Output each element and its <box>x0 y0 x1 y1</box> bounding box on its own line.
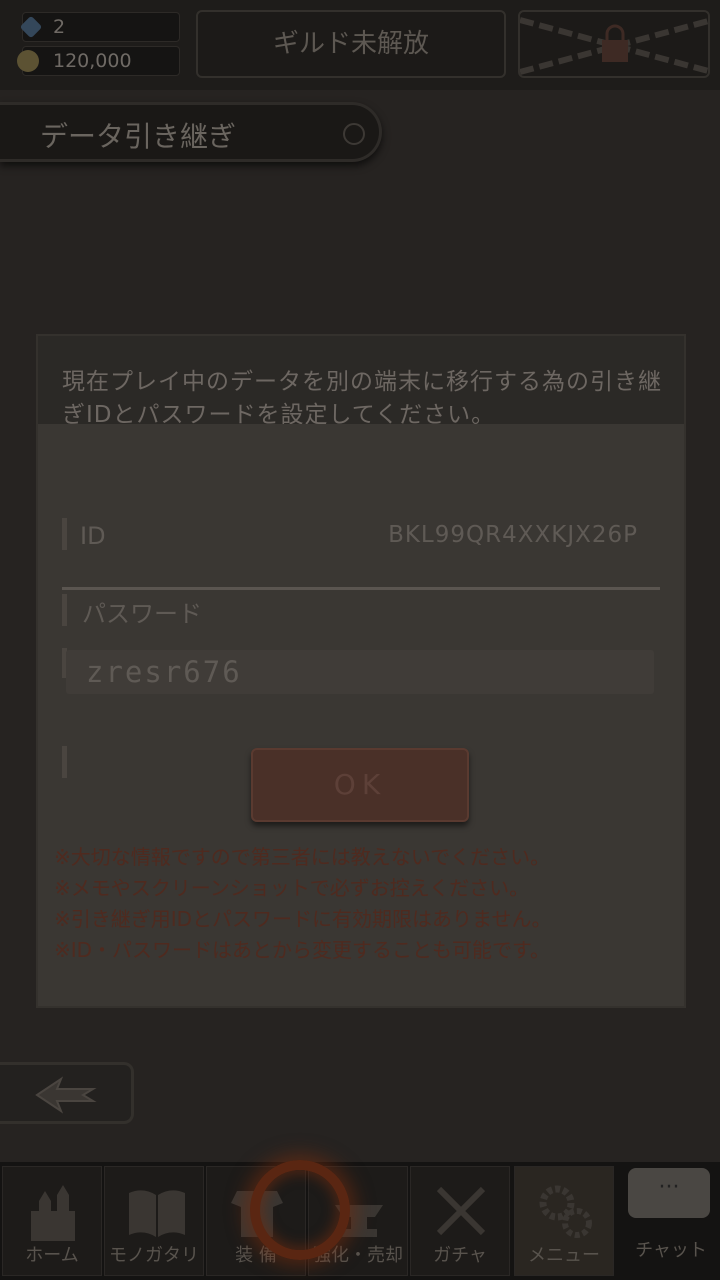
field-bar <box>62 746 67 778</box>
id-value: BKL99QR4XXKJX26P <box>388 522 638 548</box>
notes-list: ※大切な情報ですので第三者には教えないでください。 ※メモやスクリーンショットで… <box>54 842 674 966</box>
password-label-bar <box>62 594 67 626</box>
gear-icon <box>343 123 365 145</box>
nav-home-label: ホーム <box>25 1245 79 1266</box>
locked-button[interactable] <box>518 10 710 78</box>
dialog-description: 現在プレイ中のデータを別の端末に移行する為の引き継ぎIDとパスワードを設定してく… <box>62 369 662 428</box>
chat-bubble-icon: ··· <box>628 1168 710 1218</box>
nav-home[interactable]: ホーム <box>2 1166 102 1276</box>
book-icon <box>129 1190 185 1237</box>
tutorial-highlight-ring <box>250 1160 350 1260</box>
divider <box>62 587 660 590</box>
nav-menu-label: メニュー <box>528 1245 600 1266</box>
back-arrow-icon <box>35 1076 97 1114</box>
gold-counter: 120,000 <box>17 46 180 76</box>
bottom-nav: ホーム モノガタリ 装 備 強化・売却 ガチャ メニュー <box>0 1162 720 1280</box>
gem-counter: 2 <box>19 12 180 42</box>
chain-lock-icon <box>520 17 708 75</box>
note-item: ※ID・パスワードはあとから変更することも可能です。 <box>54 938 551 962</box>
gold-count: 120,000 <box>53 50 132 72</box>
note-item: ※メモやスクリーンショットで必ずお控えください。 <box>54 876 530 900</box>
section-header: データ引き継ぎ <box>0 102 382 162</box>
nav-story-label: モノガタリ <box>109 1245 199 1266</box>
back-button[interactable] <box>0 1062 134 1124</box>
gold-coin-icon <box>17 50 39 72</box>
castle-icon <box>31 1185 75 1241</box>
note-item: ※大切な情報ですので第三者には教えないでください。 <box>54 845 551 869</box>
id-label: ID <box>80 522 106 550</box>
id-label-bar <box>62 518 67 550</box>
ok-button[interactable]: OK <box>251 748 469 822</box>
chat-label: チャット <box>635 1240 707 1261</box>
nav-gacha-label: ガチャ <box>433 1245 487 1266</box>
swords-icon <box>436 1186 486 1236</box>
password-label: パスワード <box>82 600 202 628</box>
gem-count: 2 <box>53 16 66 38</box>
nav-menu[interactable]: メニュー <box>514 1166 614 1276</box>
top-bar: 2 120,000 ギルド未解放 <box>0 0 720 90</box>
section-title: データ引き継ぎ <box>40 120 237 153</box>
note-item: ※引き継ぎ用IDとパスワードに有効期限はありません。 <box>54 907 552 931</box>
chat-button[interactable]: ··· チャット <box>622 1166 720 1276</box>
gem-icon <box>19 15 43 39</box>
password-input[interactable]: zresr676 <box>66 650 654 694</box>
gears-icon <box>539 1185 592 1238</box>
guild-button[interactable]: ギルド未解放 <box>196 10 506 78</box>
nav-gacha[interactable]: ガチャ <box>410 1166 510 1276</box>
nav-story[interactable]: モノガタリ <box>104 1166 204 1276</box>
